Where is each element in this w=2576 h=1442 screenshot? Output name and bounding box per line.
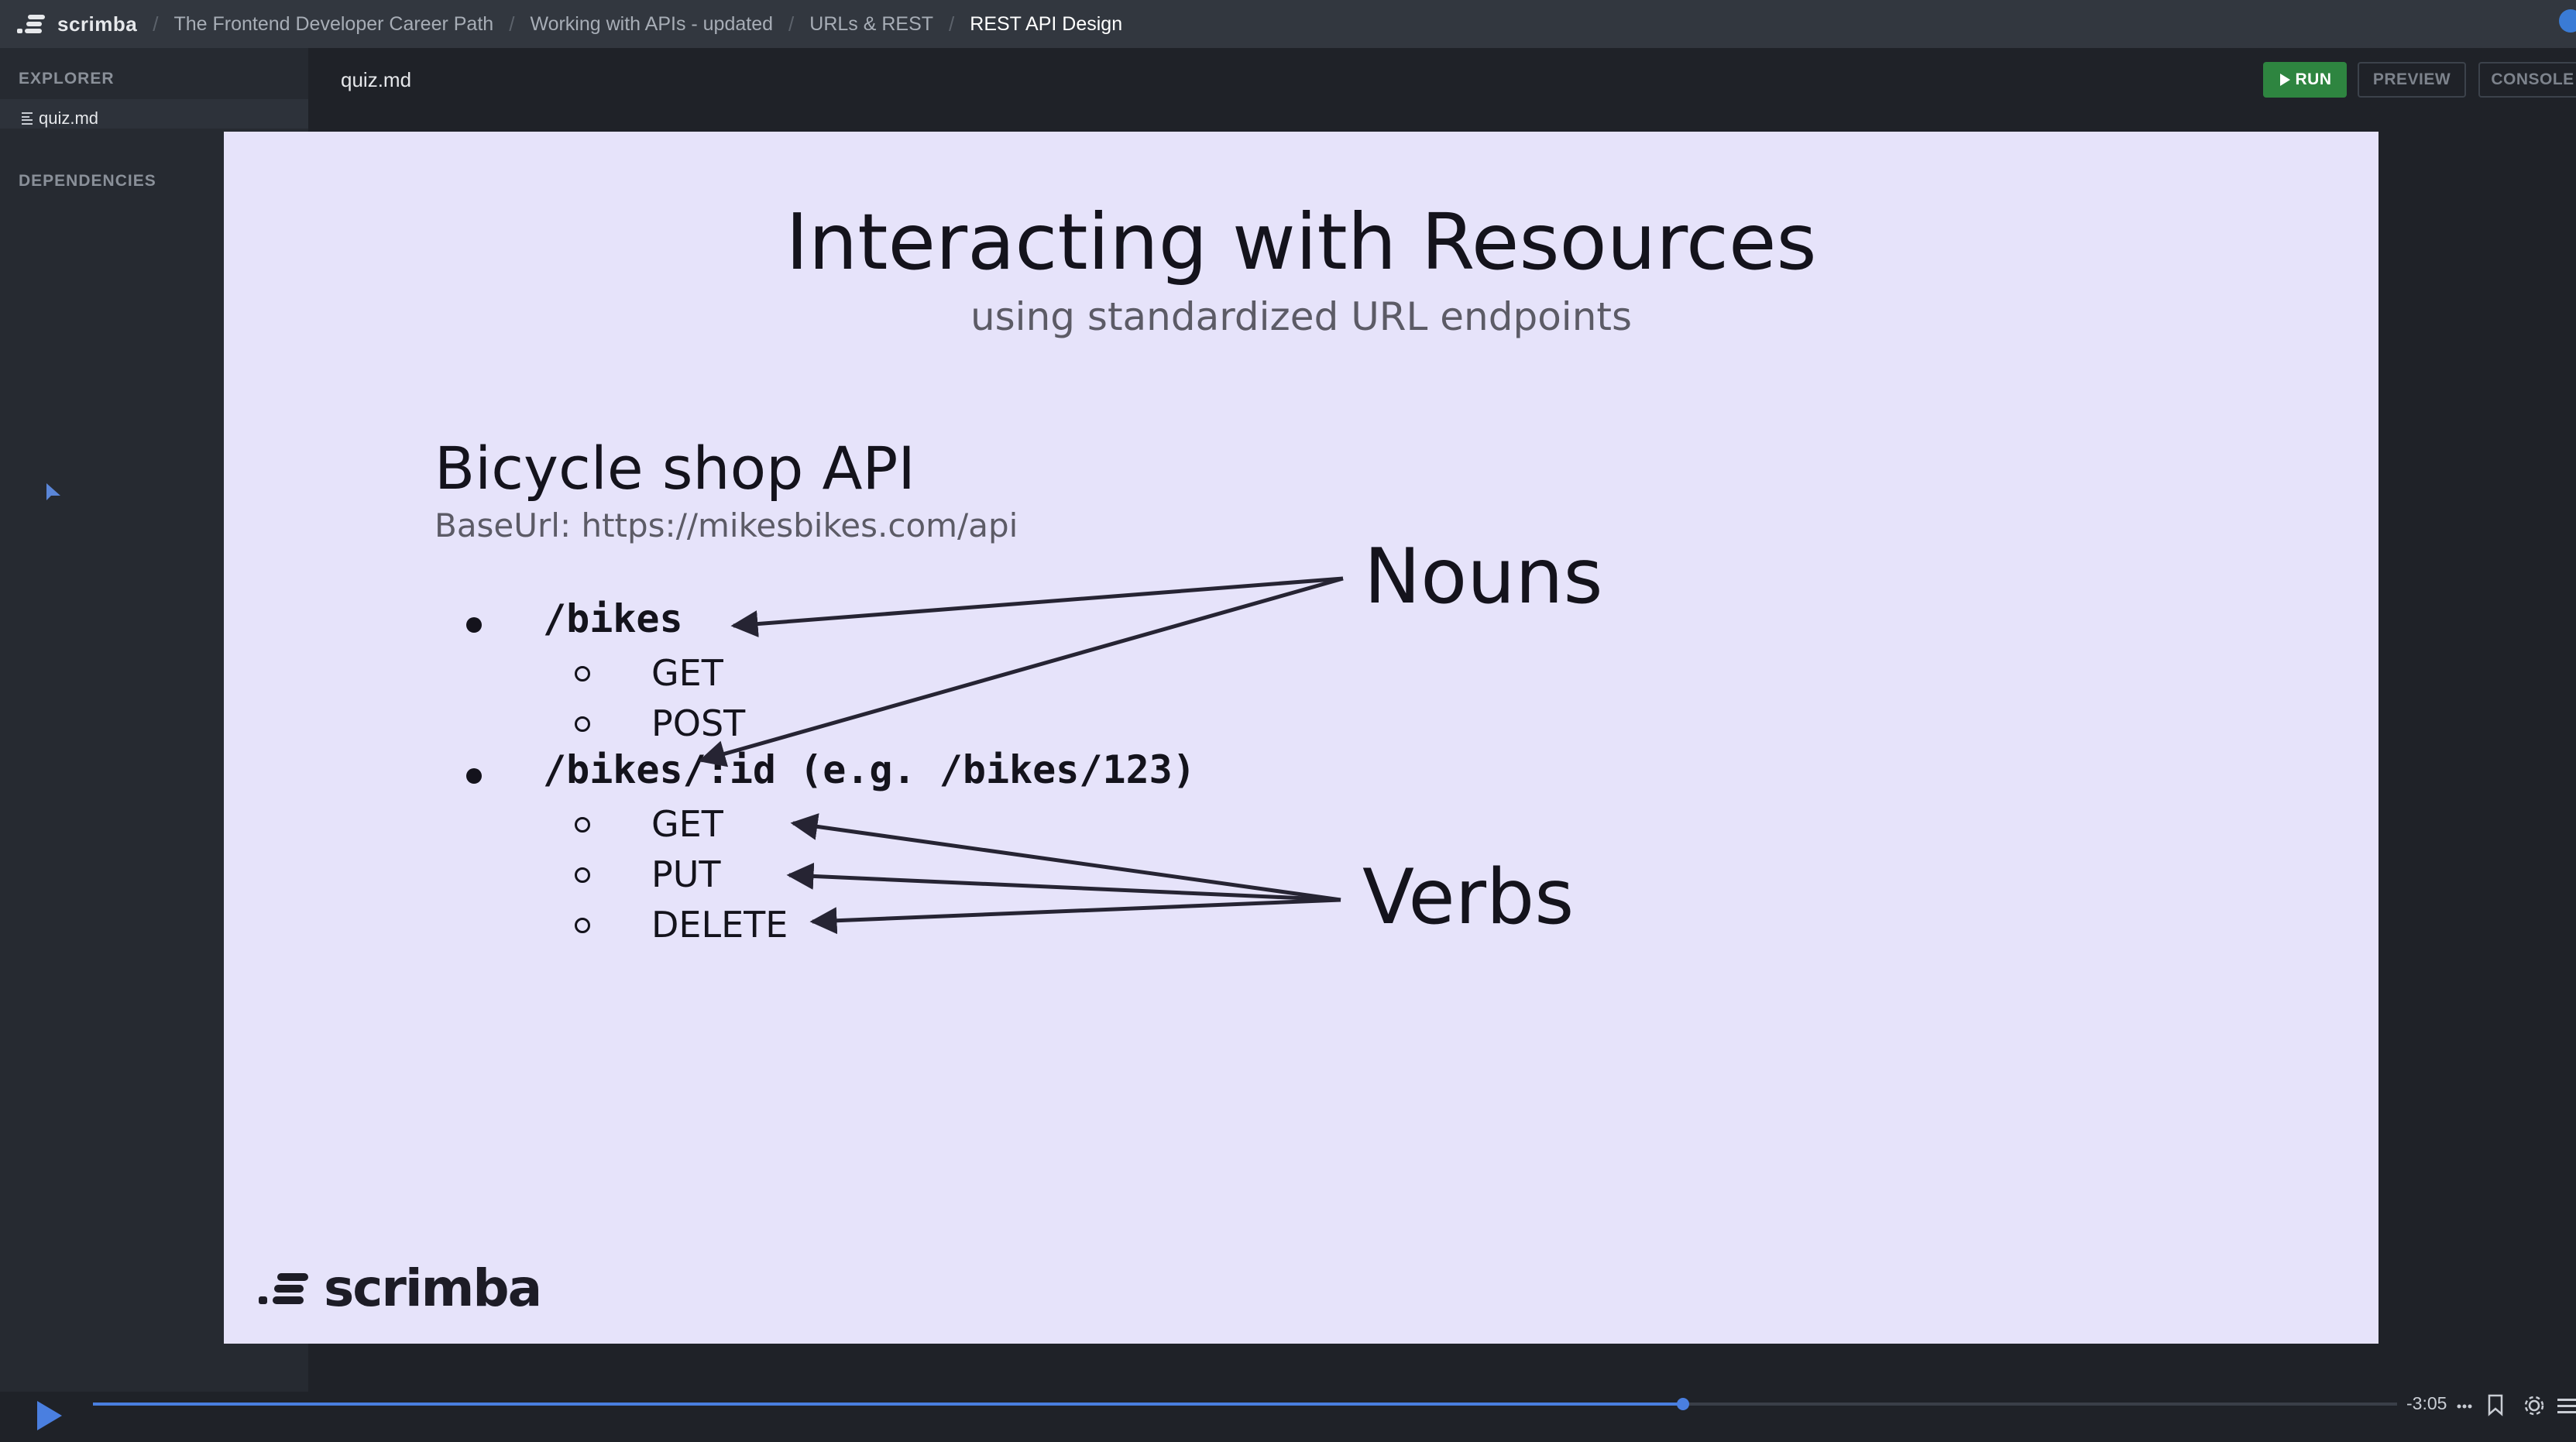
scrimba-logo[interactable]: scrimba [17, 12, 137, 36]
progress-fill [93, 1403, 1683, 1406]
logo-text: scrimba [57, 12, 138, 36]
console-button[interactable]: CONSOLE [2478, 62, 2576, 98]
run-label: RUN [2295, 70, 2332, 88]
dependencies-heading[interactable]: DEPENDENCIES [19, 172, 156, 191]
file-item-quiz[interactable]: quiz.md [22, 108, 98, 129]
menu-icon[interactable] [2557, 1395, 2576, 1416]
player-controls: -3:05 [0, 1392, 2576, 1442]
scrimba-logo-icon [17, 15, 45, 33]
breadcrumb-separator: / [788, 12, 795, 36]
bookmark-icon[interactable] [2486, 1393, 2505, 1416]
file-icon [22, 112, 33, 125]
breadcrumb-module[interactable]: Working with APIs - updated [530, 13, 773, 36]
play-button-icon[interactable] [36, 1399, 64, 1432]
run-button[interactable]: RUN [2263, 62, 2347, 98]
scrimba-logo-icon [259, 1272, 308, 1304]
user-avatar[interactable] [2559, 9, 2576, 33]
editor-tab-quiz[interactable]: quiz.md [341, 68, 411, 92]
progress-track[interactable] [93, 1398, 2397, 1410]
breadcrumb-separator: / [153, 12, 159, 36]
arrow-verb-delete [809, 898, 1341, 935]
explorer-heading: EXPLORER [19, 70, 115, 88]
slide-logo-text: scrimba [324, 1258, 542, 1318]
arrow-noun-bikes-id [698, 576, 1344, 767]
breadcrumb-course[interactable]: The Frontend Developer Career Path [173, 13, 493, 36]
file-name: quiz.md [39, 108, 99, 128]
slide-scrimba-logo: scrimba [259, 1258, 542, 1318]
play-icon [2279, 74, 2290, 86]
mouse-cursor-icon [46, 483, 60, 500]
breadcrumb-separator: / [509, 12, 515, 36]
breadcrumb-separator: / [949, 12, 955, 36]
arrow-noun-bikes [730, 576, 1344, 638]
breadcrumb-section[interactable]: URLs & REST [809, 13, 933, 36]
progress-knob[interactable] [1676, 1398, 1689, 1410]
slide: Interacting with Resources using standar… [224, 132, 2379, 1344]
editor-tabbar: quiz.md RUN PREVIEW CONSOLE [308, 48, 2576, 110]
annotation-arrows [698, 576, 1344, 935]
time-remaining: -3:05 [2406, 1393, 2447, 1413]
top-bar: scrimba / The Frontend Developer Career … [0, 0, 2576, 48]
settings-gear-icon[interactable] [2522, 1393, 2547, 1418]
breadcrumb-current: REST API Design [970, 12, 1123, 35]
more-icon[interactable] [2457, 1396, 2472, 1414]
preview-button[interactable]: PREVIEW [2358, 62, 2466, 98]
